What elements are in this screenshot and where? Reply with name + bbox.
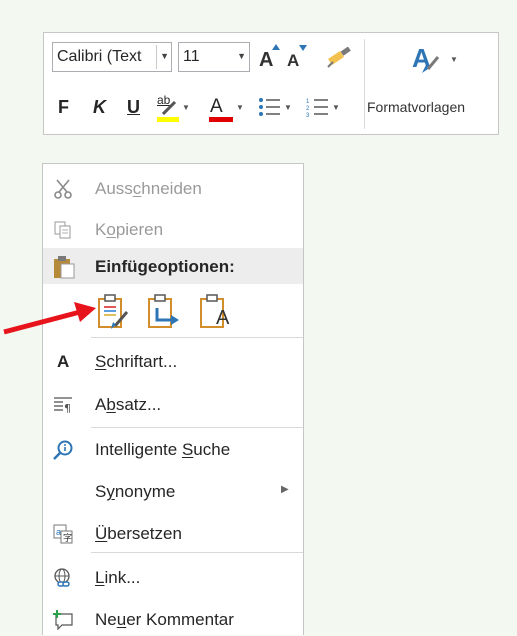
menu-item-font[interactable]: A Schriftart...	[43, 344, 303, 378]
font-size-combobox[interactable]: 11 ▼	[178, 42, 250, 72]
menu-item-synonyms[interactable]: Synonyme	[43, 474, 303, 508]
svg-text:a: a	[56, 527, 61, 537]
font-icon: A	[57, 352, 70, 371]
menu-item-label: Synonyme	[95, 482, 176, 501]
menu-separator	[91, 552, 303, 553]
chevron-down-icon[interactable]: ▼	[450, 55, 458, 64]
chevron-down-icon[interactable]: ▼	[237, 51, 246, 61]
paragraph-icon: ¶	[54, 397, 72, 415]
svg-text:¶: ¶	[64, 402, 71, 415]
svg-text:3: 3	[306, 113, 310, 117]
menu-item-translate[interactable]: a 字 Übersetzen	[43, 516, 303, 550]
format-painter-icon[interactable]	[326, 47, 352, 69]
numbered-list-icon: 1 2 3	[306, 99, 328, 117]
shrink-font-icon: A	[287, 51, 300, 70]
toolbar-divider	[364, 39, 365, 129]
styles-icon: A	[412, 43, 440, 73]
svg-text:字: 字	[63, 532, 72, 544]
styles-label: Formatvorlagen	[367, 99, 466, 115]
chevron-down-icon[interactable]: ▼	[236, 103, 244, 112]
mini-toolbar: Calibri (Text ▼ 11 ▼ A A F K U ab ▼ A ▼	[43, 32, 499, 135]
highlight-button[interactable]: ab ▼	[154, 93, 190, 125]
font-color-icon: A	[210, 96, 223, 117]
menu-item-paragraph[interactable]: ¶ Absatz...	[43, 387, 303, 421]
paste-text-glyph: A	[216, 307, 230, 329]
menu-item-label: Übersetzen	[95, 524, 182, 543]
scissors-icon	[54, 179, 72, 199]
menu-item-label: Absatz...	[95, 395, 162, 414]
font-name-combobox[interactable]: Calibri (Text ▼	[52, 42, 172, 72]
paste-options-header: Einfügeoptionen:	[43, 248, 303, 284]
clipboard-icon	[54, 256, 75, 279]
caret-up-icon	[272, 44, 280, 50]
combobox-separator	[156, 45, 157, 69]
highlight-pen-icon	[162, 101, 176, 115]
chevron-down-icon[interactable]: ▼	[160, 51, 169, 61]
menu-item-label: Ausschneiden	[95, 179, 202, 198]
context-menu: Ausschneiden Kopieren Einfügeoptionen: A…	[42, 163, 304, 635]
bold-button[interactable]: F	[58, 97, 69, 118]
svg-text:2: 2	[306, 106, 310, 112]
paste-merge-formatting-icon[interactable]	[147, 294, 181, 330]
paste-keep-text-only-button[interactable]: A	[199, 294, 233, 330]
font-size-value: 11	[183, 48, 200, 65]
menu-item-link[interactable]: Link...	[43, 560, 303, 594]
bullet-list-icon	[259, 98, 280, 116]
chevron-down-icon[interactable]: ▼	[332, 103, 340, 112]
menu-item-label: Kopieren	[95, 220, 164, 239]
paste-keep-source-formatting-icon[interactable]	[97, 294, 129, 330]
menu-item-label: Schriftart...	[95, 352, 178, 371]
smart-lookup-icon	[53, 440, 73, 460]
menu-separator	[91, 427, 303, 428]
menu-item-new-comment[interactable]: Neuer Kommentar	[43, 602, 303, 636]
shrink-font-button[interactable]: A	[286, 44, 308, 70]
grow-font-button[interactable]: A	[258, 44, 282, 71]
menu-item-copy[interactable]: Kopieren	[43, 212, 303, 246]
svg-text:1: 1	[306, 99, 310, 105]
menu-item-label: Neuer Kommentar	[95, 610, 234, 629]
menu-separator	[91, 337, 303, 338]
styles-button[interactable]: A ▼	[366, 39, 496, 129]
submenu-arrow-icon: ▶	[281, 484, 289, 495]
underline-button[interactable]: U	[127, 97, 140, 118]
caret-down-icon	[299, 45, 307, 51]
font-color-bar	[209, 117, 233, 122]
chevron-down-icon[interactable]: ▼	[182, 103, 190, 112]
menu-item-cut[interactable]: Ausschneiden	[43, 171, 303, 205]
font-name-value: Calibri (Text	[57, 48, 142, 65]
menu-item-smart-lookup[interactable]: Intelligente Suche	[43, 432, 303, 466]
red-arrow-annotation	[3, 302, 96, 335]
font-color-button[interactable]: A ▼	[206, 93, 244, 125]
menu-item-label: Link...	[95, 568, 141, 587]
chevron-down-icon[interactable]: ▼	[284, 103, 292, 112]
paste-options-label: Einfügeoptionen:	[95, 257, 235, 276]
menu-item-label: Intelligente Suche	[95, 440, 231, 459]
copy-icon	[54, 221, 71, 239]
highlight-color-bar	[157, 117, 179, 122]
grow-font-icon: A	[259, 49, 274, 71]
link-globe-icon	[54, 568, 70, 587]
translate-icon: a 字	[53, 524, 73, 544]
numbering-button[interactable]: 1 2 3 ▼	[304, 93, 344, 123]
new-comment-icon	[53, 610, 73, 630]
bullets-button[interactable]: ▼	[256, 93, 296, 123]
italic-button[interactable]: K	[93, 97, 106, 118]
